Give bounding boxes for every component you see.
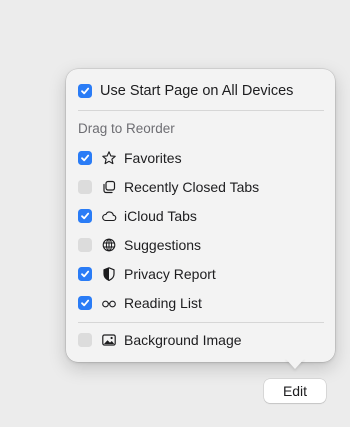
section-label: Drag to Reorder <box>78 121 175 136</box>
popover-arrow <box>285 358 305 369</box>
globe-icon <box>100 237 118 253</box>
glasses-icon <box>100 295 118 311</box>
start-page-item-favorites[interactable]: Favorites <box>78 147 182 169</box>
divider <box>78 110 324 111</box>
start-page-item-suggestions[interactable]: Suggestions <box>78 234 201 256</box>
suggestions-label: Suggestions <box>124 237 202 253</box>
privacy-report-checkbox[interactable] <box>78 267 92 281</box>
icloud-tabs-label: iCloud Tabs <box>124 208 197 224</box>
use-start-page-label: Use Start Page on All Devices <box>100 83 294 99</box>
reading-list-label: Reading List <box>124 295 202 311</box>
edit-button[interactable]: Edit <box>264 379 326 403</box>
checkmark-icon <box>81 299 90 307</box>
start-page-item-recently-closed-tabs[interactable]: Recently Closed Tabs <box>78 176 259 198</box>
shield-icon <box>100 266 118 282</box>
use-start-page-all-devices-option[interactable]: Use Start Page on All Devices <box>78 80 293 102</box>
customize-start-page-popover: Use Start Page on All Devices Drag to Re… <box>66 69 335 362</box>
suggestions-checkbox[interactable] <box>78 238 92 252</box>
favorites-label: Favorites <box>124 150 182 166</box>
checkmark-icon <box>81 270 90 278</box>
favorites-checkbox[interactable] <box>78 151 92 165</box>
checkmark-icon <box>81 154 90 162</box>
star-icon <box>100 150 118 166</box>
background-image-label: Background Image <box>124 332 242 348</box>
start-page-canvas: Use Start Page on All Devices Drag to Re… <box>0 0 350 427</box>
recently-closed-tabs-icon <box>100 179 118 195</box>
recently-closed-tabs-checkbox[interactable] <box>78 180 92 194</box>
background-image-option[interactable]: Background Image <box>78 329 242 351</box>
icloud-tabs-checkbox[interactable] <box>78 209 92 223</box>
privacy-report-label: Privacy Report <box>124 266 216 282</box>
start-page-item-icloud-tabs[interactable]: iCloud Tabs <box>78 205 197 227</box>
recently-closed-tabs-label: Recently Closed Tabs <box>124 179 260 195</box>
checkmark-icon <box>81 212 90 220</box>
photo-icon <box>100 332 118 348</box>
divider <box>78 322 324 323</box>
cloud-icon <box>100 208 118 224</box>
start-page-item-reading-list[interactable]: Reading List <box>78 292 202 314</box>
start-page-item-privacy-report[interactable]: Privacy Report <box>78 263 216 285</box>
use-start-page-checkbox[interactable] <box>78 84 92 98</box>
reading-list-checkbox[interactable] <box>78 296 92 310</box>
checkmark-icon <box>81 87 90 95</box>
background-image-checkbox[interactable] <box>78 333 92 347</box>
